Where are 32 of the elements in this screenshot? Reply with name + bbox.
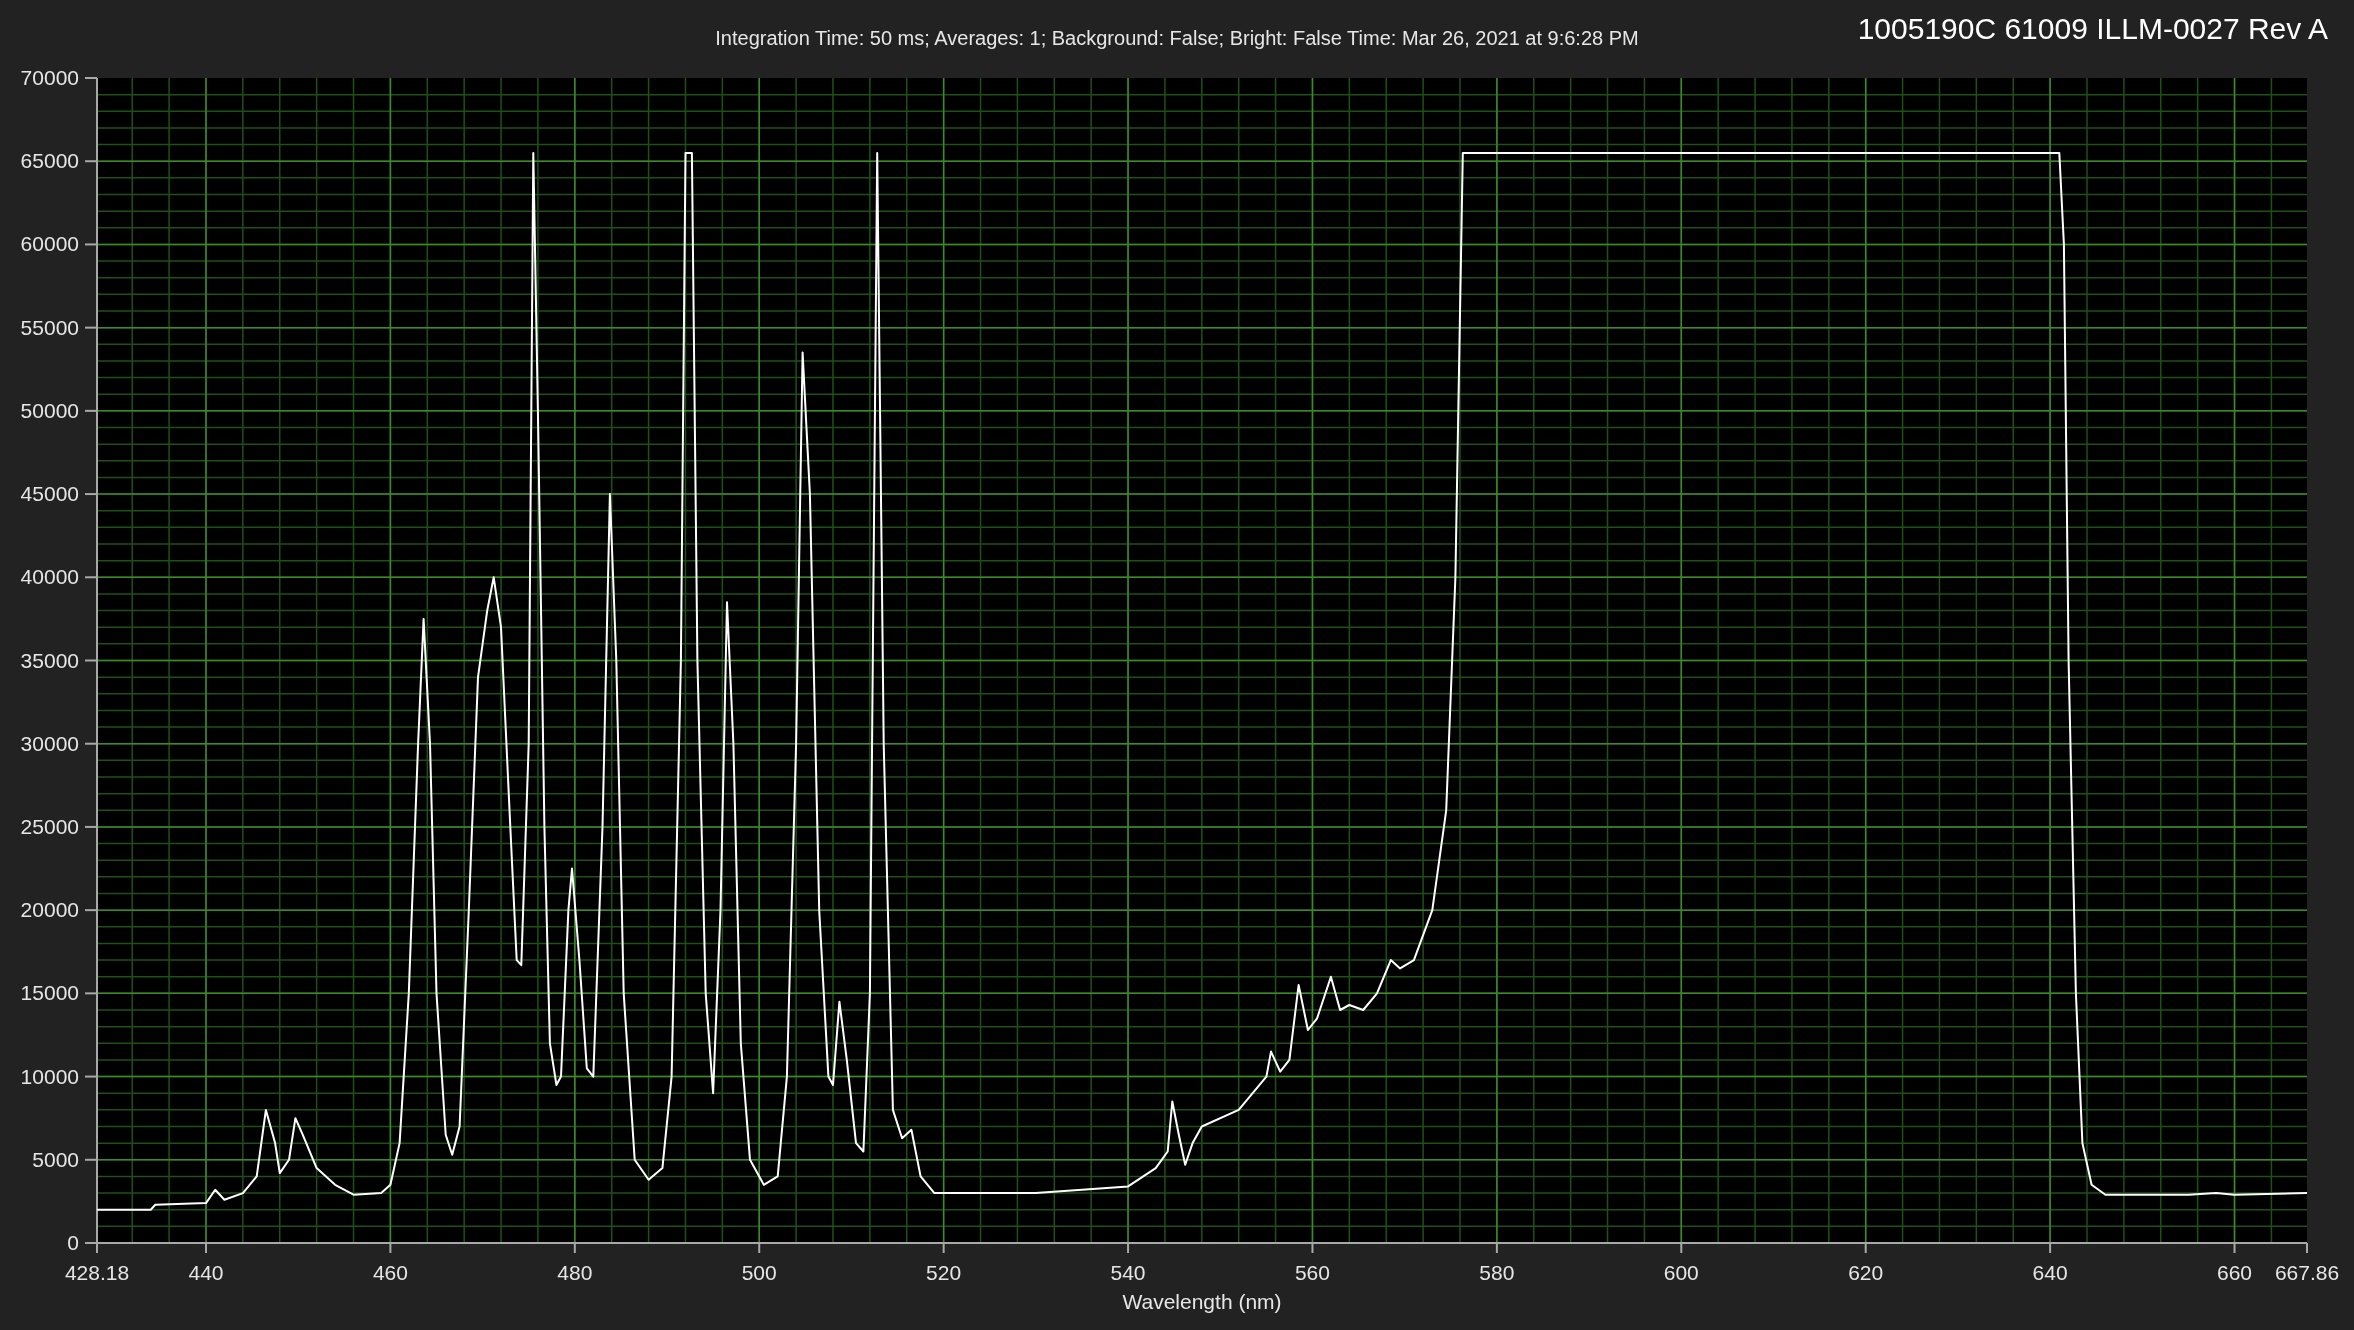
- x-tick-label: 667.86: [2274, 1261, 2340, 1284]
- x-tick-label: 660: [2217, 1261, 2253, 1284]
- y-tick-label: 20000: [20, 898, 79, 922]
- y-tick-label: 55000: [20, 315, 79, 339]
- chart-title: Integration Time: 50 ms; Averages: 1; Background: False; Bright: False Time: Mar 26, 2021 at 9:6:28 PM: [715, 27, 1639, 50]
- y-tick-label: 30000: [20, 731, 79, 755]
- y-tick-label: 60000: [20, 232, 79, 256]
- y-tick-label: 25000: [20, 814, 79, 838]
- y-tick-label: 5000: [32, 1147, 79, 1171]
- x-tick-label: 440: [188, 1261, 224, 1284]
- x-tick-label: 580: [1479, 1261, 1515, 1284]
- x-tick-label: 460: [372, 1261, 408, 1284]
- y-tick-label: 45000: [20, 482, 79, 506]
- x-tick-label: 560: [1294, 1261, 1330, 1284]
- x-axis-title: Wavelength (nm): [1122, 1290, 1282, 1313]
- y-tick-label: 35000: [20, 648, 79, 672]
- y-tick-label: 50000: [20, 398, 79, 422]
- y-tick-label: 10000: [20, 1064, 79, 1088]
- x-tick-label: 600: [1663, 1261, 1699, 1284]
- x-tick-label: 620: [1848, 1261, 1884, 1284]
- y-tick-label: 0: [67, 1231, 79, 1254]
- y-tick-label: 40000: [20, 565, 79, 589]
- x-tick-label: 540: [1110, 1261, 1146, 1284]
- x-tick-label: 500: [741, 1261, 777, 1284]
- x-tick-label: 520: [926, 1261, 962, 1284]
- y-tick-label: 15000: [20, 981, 79, 1005]
- x-tick-label: 640: [2032, 1261, 2068, 1284]
- y-tick-label: 70000: [20, 70, 79, 89]
- y-tick-label: 65000: [20, 149, 79, 173]
- device-label: 1005190C 61009 ILLM-0027 Rev A: [1857, 12, 2328, 46]
- x-tick-label: 480: [557, 1261, 593, 1284]
- x-tick-label: 428.18: [64, 1261, 130, 1284]
